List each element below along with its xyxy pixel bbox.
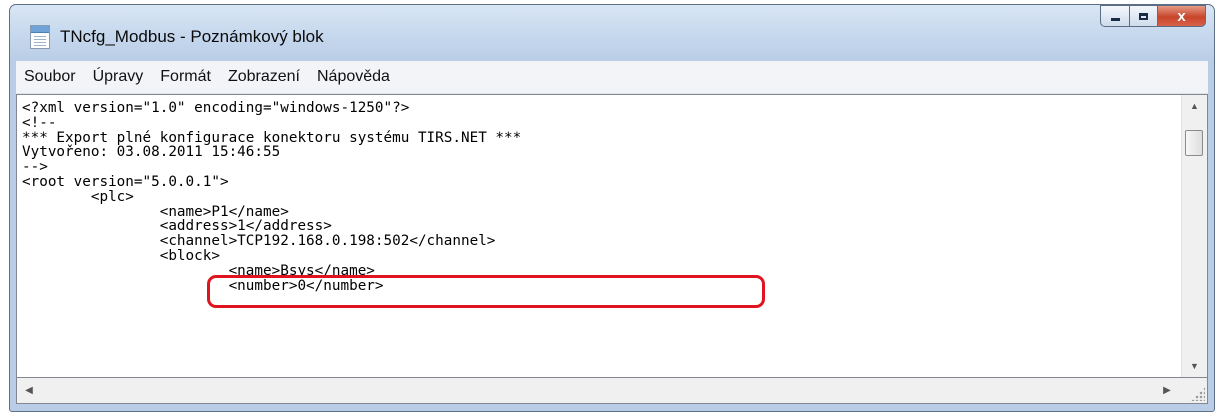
text-editor[interactable]: <?xml version="1.0" encoding="windows-12… <box>16 94 1208 378</box>
minimize-button[interactable] <box>1100 5 1130 27</box>
horizontal-scrollbar[interactable]: ◀ ▶ <box>16 378 1208 404</box>
close-icon: x <box>1177 7 1186 25</box>
menu-bar: Soubor Úpravy Formát Zobrazení Nápověda <box>16 61 1208 94</box>
text-line: <!-- <box>22 114 57 131</box>
notepad-window: TNcfg_Modbus - Poznámkový blok x Soubor … <box>9 4 1215 412</box>
menu-format[interactable]: Formát <box>152 68 219 86</box>
menu-edit[interactable]: Úpravy <box>85 68 152 86</box>
text-line-channel: <channel>TCP192.168.0.198:502</channel> <box>22 233 496 250</box>
minimize-icon <box>1110 17 1120 21</box>
text-line: Vytvořeno: 03.08.2011 15:46:55 <box>22 144 281 161</box>
text-line: <name>P1</name> <box>22 203 289 220</box>
text-content[interactable]: <?xml version="1.0" encoding="windows-12… <box>17 95 1181 377</box>
menu-view[interactable]: Zobrazení <box>220 68 308 86</box>
scroll-left-arrow-icon[interactable]: ◀ <box>17 378 41 403</box>
text-line: <plc> <box>22 188 134 205</box>
menu-help[interactable]: Nápověda <box>309 68 398 86</box>
text-line: <block> <box>22 247 220 264</box>
text-line: <address>1</address> <box>22 218 332 235</box>
vertical-scrollbar[interactable]: ▲ ▼ <box>1181 95 1207 377</box>
text-line: *** Export plné konfigurace konektoru sy… <box>22 129 522 146</box>
scroll-right-arrow-icon[interactable]: ▶ <box>1155 378 1179 403</box>
menu-file[interactable]: Soubor <box>16 68 84 86</box>
text-line: <name>Bsys</name> <box>22 262 375 279</box>
notepad-icon[interactable] <box>30 25 50 49</box>
maximize-button[interactable] <box>1130 5 1158 27</box>
vertical-scroll-thumb[interactable] <box>1185 130 1203 156</box>
text-line: --> <box>22 159 48 176</box>
scroll-up-arrow-icon[interactable]: ▲ <box>1182 95 1207 117</box>
text-line: <number>0</number> <box>22 277 384 294</box>
window-title: TNcfg_Modbus - Poznámkový blok <box>60 27 324 46</box>
window-controls: x <box>1100 5 1206 31</box>
resize-grip-icon[interactable] <box>1191 387 1205 401</box>
text-line: <?xml version="1.0" encoding="windows-12… <box>22 100 410 116</box>
maximize-icon <box>1139 12 1148 20</box>
close-button[interactable]: x <box>1158 5 1206 27</box>
text-line: <root version="5.0.0.1"> <box>22 173 229 190</box>
scroll-down-arrow-icon[interactable]: ▼ <box>1182 355 1207 377</box>
title-bar[interactable]: TNcfg_Modbus - Poznámkový blok x <box>10 5 1214 61</box>
